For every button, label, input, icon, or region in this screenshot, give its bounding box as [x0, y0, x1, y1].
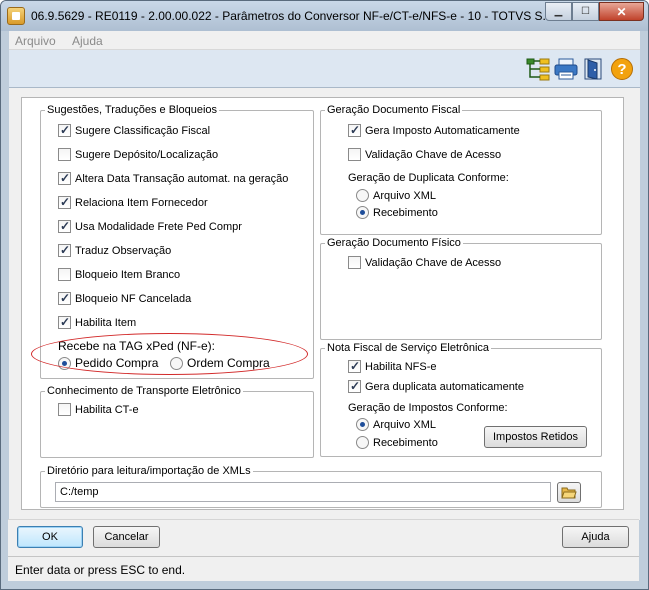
checkbox-box[interactable]: [58, 268, 71, 281]
checkbox-box[interactable]: [348, 379, 361, 393]
ok-button[interactable]: OK: [17, 526, 83, 548]
app-icon: [7, 7, 25, 25]
menu-ajuda[interactable]: Ajuda: [72, 34, 103, 48]
minimize-icon: ▁: [554, 6, 563, 17]
window-title: 06.9.5629 - RE0119 - 2.00.00.022 - Parâm…: [31, 9, 553, 23]
group-nfse-legend: Nota Fiscal de Serviço Eletrônica: [327, 342, 490, 354]
radio-duplicata-xml[interactable]: Arquivo XML: [356, 189, 436, 202]
checkbox-label: Altera Data Transação automat. na geraçã…: [75, 172, 289, 185]
group-diretorio-legend: Diretório para leitura/importação de XML…: [47, 465, 251, 477]
checkbox-label: Gera Imposto Automaticamente: [365, 124, 520, 137]
checkbox-bloqueio-item-branco[interactable]: Bloqueio Item Branco: [58, 268, 180, 281]
minimize-button[interactable]: ▁: [545, 2, 572, 21]
impostos-label: Geração de Impostos Conforme:: [348, 402, 508, 414]
folder-open-icon: [561, 487, 577, 498]
group-cte: Conhecimento de Transporte Eletrônico: [40, 385, 314, 458]
maximize-button[interactable]: ☐: [572, 2, 599, 21]
directory-input[interactable]: C:/temp: [55, 482, 551, 502]
checkbox-label: Habilita Item: [75, 316, 137, 329]
printer-icon[interactable]: [554, 57, 578, 81]
checkbox-validacao-fiscal[interactable]: Validação Chave de Acesso: [348, 148, 501, 161]
checkbox-box[interactable]: [58, 403, 71, 416]
toolbar: ?: [9, 50, 640, 88]
browse-folder-button[interactable]: [557, 482, 581, 503]
cancel-button[interactable]: Cancelar: [93, 526, 160, 548]
title-bar[interactable]: 06.9.5629 - RE0119 - 2.00.00.022 - Parâm…: [1, 1, 648, 31]
radio-circle[interactable]: [356, 206, 369, 219]
radio-duplicata-recebimento[interactable]: Recebimento: [356, 206, 438, 219]
maximize-icon: ☐: [581, 6, 590, 17]
group-doc-fisico: Geração Documento Físico: [320, 237, 602, 340]
radio-label: Recebimento: [373, 436, 438, 449]
checkbox-gera-duplicata[interactable]: Gera duplicata automaticamente: [348, 379, 524, 393]
group-doc-fisico-legend: Geração Documento Físico: [327, 237, 461, 249]
status-bar: Enter data or press ESC to end.: [8, 556, 639, 581]
checkbox-habilita-nfse[interactable]: Habilita NFS-e: [348, 359, 437, 373]
checkbox-bloqueio-nf-cancelada[interactable]: Bloqueio NF Cancelada: [58, 291, 192, 305]
checkbox-label: Relaciona Item Fornecedor: [75, 196, 208, 209]
checkbox-label: Traduz Observação: [75, 244, 172, 257]
checkbox-box[interactable]: [348, 359, 361, 373]
checkbox-box[interactable]: [348, 256, 361, 269]
checkbox-label: Bloqueio NF Cancelada: [75, 292, 192, 305]
checkbox-label: Usa Modalidade Frete Ped Compr: [75, 220, 242, 233]
checkbox-box[interactable]: [58, 243, 71, 257]
checkbox-modalidade-frete[interactable]: Usa Modalidade Frete Ped Compr: [58, 219, 242, 233]
radio-label: Arquivo XML: [373, 418, 436, 431]
help-button[interactable]: Ajuda: [562, 526, 629, 548]
checkbox-habilita-item[interactable]: Habilita Item: [58, 315, 137, 329]
checkbox-label: Gera duplicata automaticamente: [365, 380, 524, 393]
tree-icon[interactable]: [526, 57, 550, 81]
checkbox-box[interactable]: [58, 148, 71, 161]
checkbox-sugere-deposito[interactable]: Sugere Depósito/Localização: [58, 148, 218, 161]
checkbox-box[interactable]: [348, 148, 361, 161]
radio-circle[interactable]: [356, 189, 369, 202]
status-text: Enter data or press ESC to end.: [15, 563, 186, 577]
radio-circle[interactable]: [356, 418, 369, 431]
checkbox-label: Sugere Classificação Fiscal: [75, 124, 211, 137]
menu-arquivo[interactable]: Arquivo: [15, 34, 56, 48]
checkbox-gera-imposto[interactable]: Gera Imposto Automaticamente: [348, 123, 520, 137]
checkbox-relaciona-item[interactable]: Relaciona Item Fornecedor: [58, 195, 208, 209]
highlight-oval: [31, 333, 308, 375]
impostos-retidos-button[interactable]: Impostos Retidos: [484, 426, 587, 448]
checkbox-label: Validação Chave de Acesso: [365, 256, 502, 269]
checkbox-box[interactable]: [58, 171, 71, 185]
duplicata-label: Geração de Duplicata Conforme:: [348, 172, 509, 184]
radio-impostos-recebimento[interactable]: Recebimento: [356, 436, 438, 449]
checkbox-label: Habilita CT-e: [75, 403, 139, 416]
checkbox-habilita-cte[interactable]: Habilita CT-e: [58, 403, 139, 416]
checkbox-label: Habilita NFS-e: [365, 360, 437, 373]
checkbox-box[interactable]: [58, 123, 71, 137]
checkbox-box[interactable]: [58, 219, 71, 233]
radio-label: Arquivo XML: [373, 189, 436, 202]
checkbox-validacao-fisico[interactable]: Validação Chave de Acesso: [348, 256, 501, 269]
radio-circle[interactable]: [356, 436, 369, 449]
radio-label: Recebimento: [373, 206, 438, 219]
menu-bar: Arquivo Ajuda: [9, 31, 640, 50]
checkbox-sugere-classificacao[interactable]: Sugere Classificação Fiscal: [58, 123, 211, 137]
group-doc-fiscal-legend: Geração Documento Fiscal: [327, 104, 461, 116]
help-icon[interactable]: ?: [610, 57, 634, 81]
checkbox-label: Sugere Depósito/Localização: [75, 148, 219, 161]
checkbox-label: Bloqueio Item Branco: [75, 268, 181, 281]
group-cte-legend: Conhecimento de Transporte Eletrônico: [47, 385, 241, 397]
checkbox-box[interactable]: [58, 315, 71, 329]
radio-impostos-xml[interactable]: Arquivo XML: [356, 418, 436, 431]
checkbox-box[interactable]: [348, 123, 361, 137]
close-icon: ✕: [616, 4, 627, 19]
window-controls: ▁ ☐ ✕: [545, 2, 644, 21]
svg-text:?: ?: [617, 61, 626, 78]
checkbox-box[interactable]: [58, 291, 71, 305]
checkbox-box[interactable]: [58, 195, 71, 209]
exit-door-icon[interactable]: [582, 57, 606, 81]
checkbox-label: Validação Chave de Acesso: [365, 148, 502, 161]
group-sugestoes-legend: Sugestões, Traduções e Bloqueios: [47, 104, 218, 116]
checkbox-altera-data[interactable]: Altera Data Transação automat. na geraçã…: [58, 171, 289, 185]
close-button[interactable]: ✕: [599, 2, 644, 21]
checkbox-traduz-observacao[interactable]: Traduz Observação: [58, 243, 172, 257]
